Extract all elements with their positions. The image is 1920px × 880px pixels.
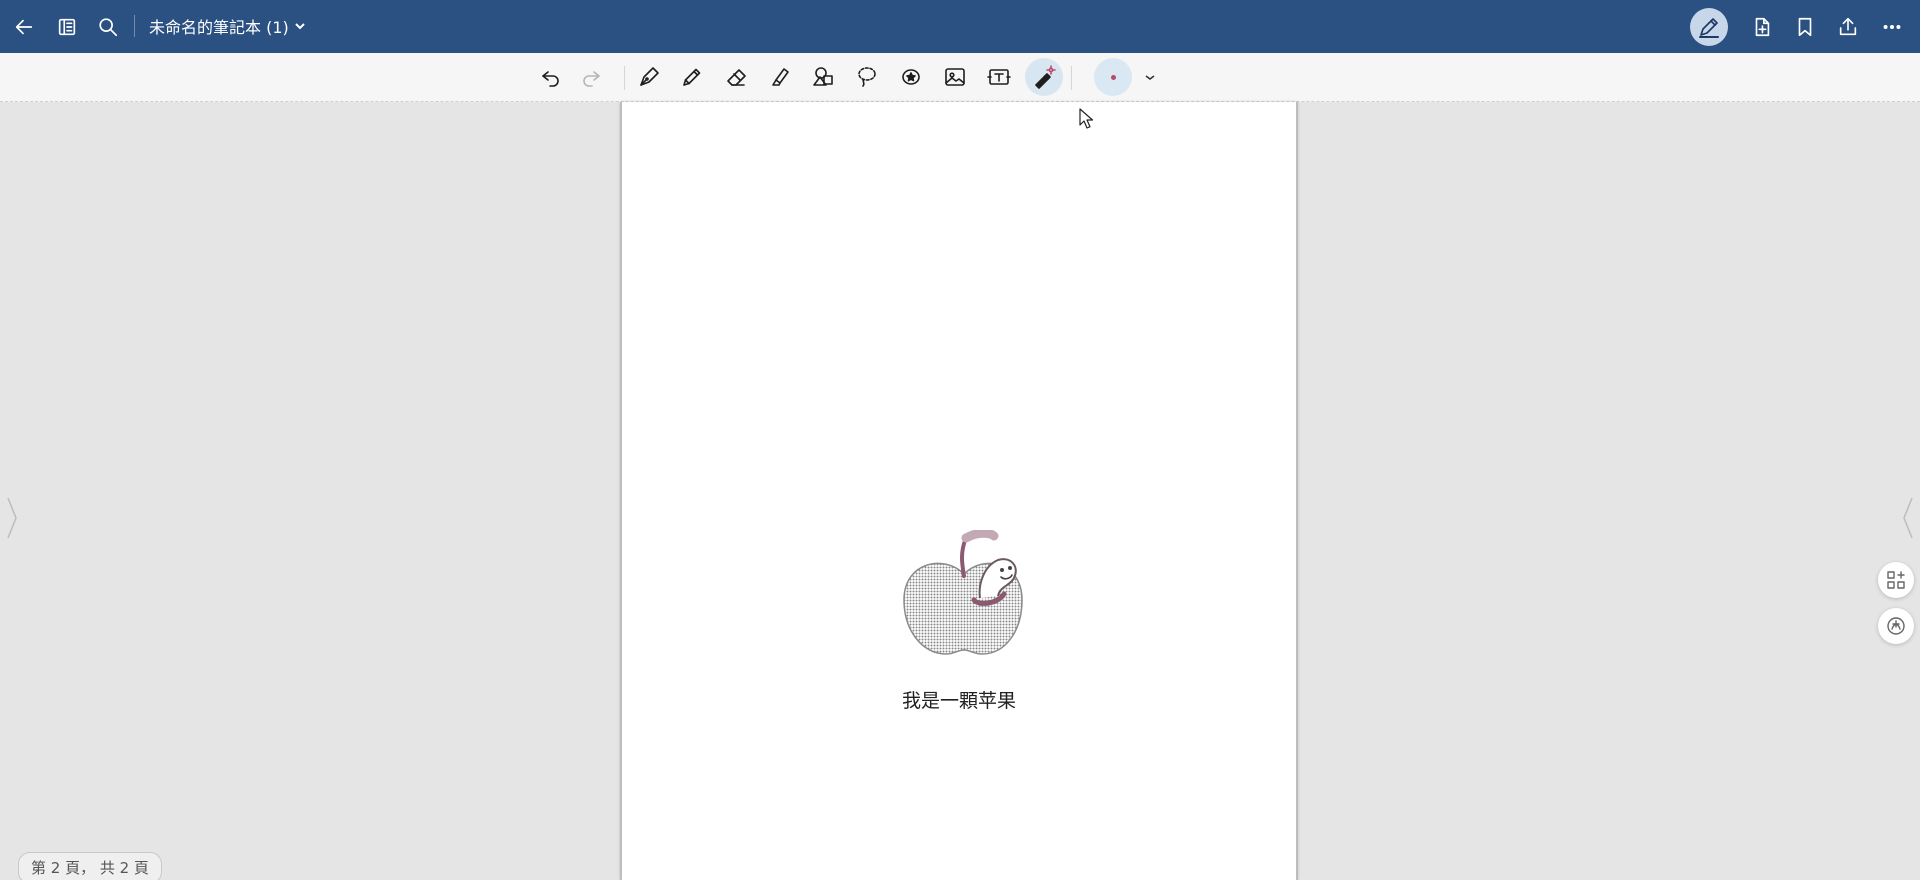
share-icon <box>1839 17 1857 36</box>
next-page-button[interactable] <box>1898 494 1918 542</box>
sidebar-icon <box>58 18 76 36</box>
back-button[interactable] <box>6 9 42 45</box>
pencil-icon <box>683 68 701 86</box>
chevron-down-icon <box>1145 75 1155 80</box>
highlighter-tool[interactable] <box>760 58 798 96</box>
undo-icon <box>542 71 559 87</box>
notebook-app: 未命名的筆記本 (1) 我是一顆苹果 第 2 頁， 共 2 頁 <box>0 0 1920 880</box>
redo-button[interactable] <box>572 58 610 96</box>
search-icon <box>99 18 118 37</box>
shapes-tool[interactable] <box>804 58 842 96</box>
pen-mode-button[interactable] <box>1690 8 1728 46</box>
highlighter-icon <box>772 68 789 86</box>
assistant-icon <box>1887 617 1905 635</box>
fountain-pen-icon <box>640 67 659 86</box>
textbox-tool[interactable] <box>980 58 1018 96</box>
file-add-icon <box>1755 17 1770 37</box>
undo-button[interactable] <box>532 58 570 96</box>
bookmark-button[interactable] <box>1787 9 1823 45</box>
eraser-tool[interactable] <box>717 58 755 96</box>
search-button[interactable] <box>90 9 126 45</box>
color-swatch[interactable] <box>1094 58 1132 96</box>
arrow-left-icon <box>15 19 33 35</box>
previous-page-button[interactable] <box>2 494 22 542</box>
page-indicator: 第 2 頁， 共 2 頁 <box>18 852 162 880</box>
star-badge-icon <box>902 69 920 85</box>
pen-tool[interactable] <box>630 58 668 96</box>
image-icon <box>945 68 965 86</box>
toolbar-divider <box>1071 66 1072 90</box>
lasso-icon <box>858 67 876 87</box>
image-tool[interactable] <box>936 58 974 96</box>
toolbar-divider <box>624 66 625 90</box>
apple-drawing <box>903 530 1023 655</box>
more-icon <box>1883 24 1901 30</box>
add-widget-button[interactable] <box>1878 562 1914 598</box>
divider <box>134 15 135 37</box>
page-list-button[interactable] <box>49 9 85 45</box>
notebook-title: 未命名的筆記本 (1) <box>149 18 289 37</box>
drawing-toolbar <box>0 53 1920 102</box>
grid-add-icon <box>1887 571 1905 589</box>
laser-pointer-tool[interactable] <box>1025 58 1063 96</box>
drawing-caption: 我是一顆苹果 <box>901 690 1016 712</box>
notebook-page[interactable]: 我是一顆苹果 <box>620 102 1298 880</box>
redo-icon <box>583 71 600 87</box>
mouse-cursor-icon <box>1079 108 1093 129</box>
text-box-icon <box>987 69 1011 85</box>
chevron-down-icon <box>295 23 305 30</box>
sticker-tool[interactable] <box>892 58 930 96</box>
more-button[interactable] <box>1874 9 1910 45</box>
eraser-icon <box>727 69 746 86</box>
share-button[interactable] <box>1830 9 1866 45</box>
expand-toolbar-button[interactable] <box>1138 65 1162 89</box>
pencil-tool[interactable] <box>673 58 711 96</box>
pen-edit-icon <box>1699 18 1719 38</box>
chevron-right-icon <box>1903 497 1913 539</box>
notebook-title-dropdown[interactable]: 未命名的筆記本 (1) <box>149 14 307 38</box>
color-dot <box>1110 74 1116 80</box>
chevron-left-icon <box>7 497 17 539</box>
add-page-button[interactable] <box>1744 9 1780 45</box>
bookmark-icon <box>1798 17 1812 37</box>
shapes-icon <box>813 67 833 86</box>
canvas-area[interactable]: 我是一顆苹果 <box>0 102 1920 880</box>
title-bar: 未命名的筆記本 (1) <box>0 0 1920 53</box>
laser-pointer-icon <box>1035 65 1056 89</box>
lasso-tool[interactable] <box>848 58 886 96</box>
assistant-button[interactable] <box>1878 608 1914 644</box>
